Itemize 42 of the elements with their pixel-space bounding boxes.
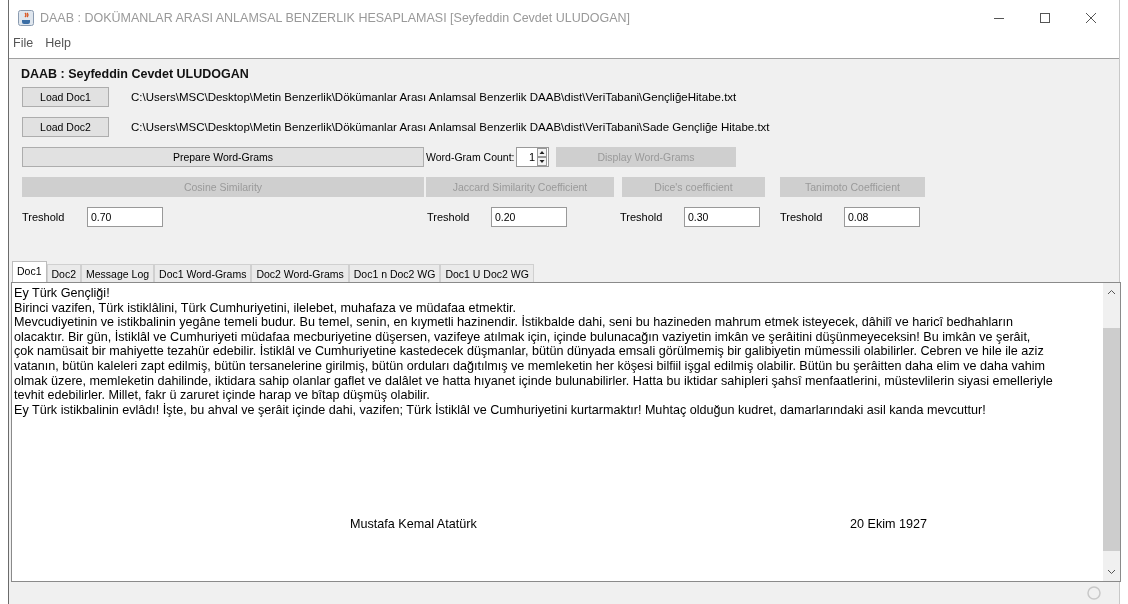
text-line: olacaktır. Bir gün, İstiklâl ve Cumhuriyeti müdafaa mecburiyetine düşersen, vazifeye atılmak için, içinde bulunacağın vaziyetin imkân ve şerâitini düşünmeyeceksin! Bu imkân ve şerâit, (14, 329, 1032, 344)
tab[interactable]: Doc1 (12, 261, 47, 282)
tab[interactable]: Doc1 U Doc2 WG (440, 264, 534, 282)
window-title: DAAB : DOKÜMANLAR ARASI ANLAMSAL BENZERLIK HESAPLAMASI [Seyfeddin Cevdet ULUDOGAN] (40, 11, 632, 25)
text-line: Mevcudiyetinin ve istikbalinin yegâne temeli budur. Bu temel, senin, en kıymetli hazinendir. İstikbalde dahi, seni bu hazineden mahrum etmek isteyecek, dâhilî ve haricî bedhahların (14, 315, 1014, 330)
threshold-label: Treshold (620, 211, 664, 223)
text-line: Birinci vazifen, Türk istiklâlini, Türk Cumhuriyetini, ilelebet, muhafaza ve müdafaa etmektir. (14, 300, 518, 316)
menu-item[interactable]: Help (45, 36, 71, 50)
scroll-thumb[interactable] (1103, 328, 1120, 551)
spinner-arrows-icon[interactable] (537, 148, 547, 166)
file-path: C:\Users\MSC\Desktop\Metin Benzerlik\Dökümanlar Arası Anlamsal Benzerlik DAAB\dist\VeriTabani\GençliğeHitabe.txt (131, 91, 737, 103)
tab[interactable]: Message Log (81, 264, 155, 282)
status-circle-icon (1087, 586, 1101, 600)
count-spinner[interactable]: 1 (516, 147, 549, 167)
tab[interactable]: Doc1 Word-Grams (154, 264, 252, 282)
text-line: Ey Türk istikbalinin evlâdı! İşte, bu ahval ve şerâit içinde dahi, vazifen; Türk İstiklâl ve Cumhuriyetini kurtarmaktır! Muhtaç olduğun kudret, damarlarındaki asil kanda mevcuttur! (14, 402, 987, 418)
tab[interactable]: Doc2 (46, 264, 82, 282)
app-icon (18, 10, 34, 26)
text-line: tevhit edebilirler. Millet, fakr ü zaruret içinde harap ve bîtap düşmüş olabilir. (14, 388, 431, 403)
scroll-down-icon[interactable] (1107, 569, 1116, 575)
close-icon[interactable] (1085, 12, 1097, 24)
count-label: Word-Gram Count: (426, 151, 516, 163)
date-text: 20 Ekim 1927 (850, 517, 927, 532)
text-line: çok namüsait bir mahiyette tezahür edebilir. İstiklâl ve Cumhuriyetine kastedecek düşmanlar, bütün dünyada emsali görülmemiş bir galibiyetin mümessili olabilirler. Cebren ve hile ile aziz (14, 344, 1045, 359)
scrollbar[interactable] (1103, 283, 1120, 581)
scroll-up-icon[interactable] (1107, 289, 1116, 295)
prepare-button[interactable]: Prepare Word-Grams (22, 147, 424, 167)
threshold-label: Treshold (22, 211, 66, 223)
text-line: olmak üzere, memleketin dahilinde, iktidara sahip olanlar gaflet ve dalâlet ve hatta hıyanet içinde bulunabilirler. Hatta bu iktidar sahipleri şahsî menfaatlerini, müstevlilerin siyasi emelleriyle (14, 373, 1054, 389)
file-path: C:\Users\MSC\Desktop\Metin Benzerlik\Dökümanlar Arası Anlamsal Benzerlik DAAB\dist\VeriTabani\Sade Gençliğe Hitabe.txt (131, 121, 770, 133)
app-heading: DAAB : Seyfeddin Cevdet ULUDOGAN (21, 67, 250, 83)
tab[interactable]: Doc2 Word-Grams (251, 264, 349, 282)
tab[interactable]: Doc1 n Doc2 WG (348, 264, 441, 282)
maximize-icon[interactable] (1039, 12, 1051, 24)
author-name: Mustafa Kemal Atatürk (350, 517, 478, 532)
threshold-label: Treshold (427, 211, 471, 223)
load-button[interactable]: Load Doc1 (22, 87, 109, 107)
menu-item[interactable]: File (13, 36, 34, 50)
load-button[interactable]: Load Doc2 (22, 117, 109, 137)
text-line: vatanın, bütün kaleleri zapt edilmiş, bütün tersanelerine girilmiş, bütün orduları dağıtılmış ve memleketin her köşesi bilfiil işgal edilmiş olabilir. Bütün bu şerâitten daha elim ve daha vahim (14, 358, 1047, 374)
text-line: Ey Türk Gençliği! (14, 286, 111, 301)
threshold-label: Treshold (780, 211, 824, 223)
